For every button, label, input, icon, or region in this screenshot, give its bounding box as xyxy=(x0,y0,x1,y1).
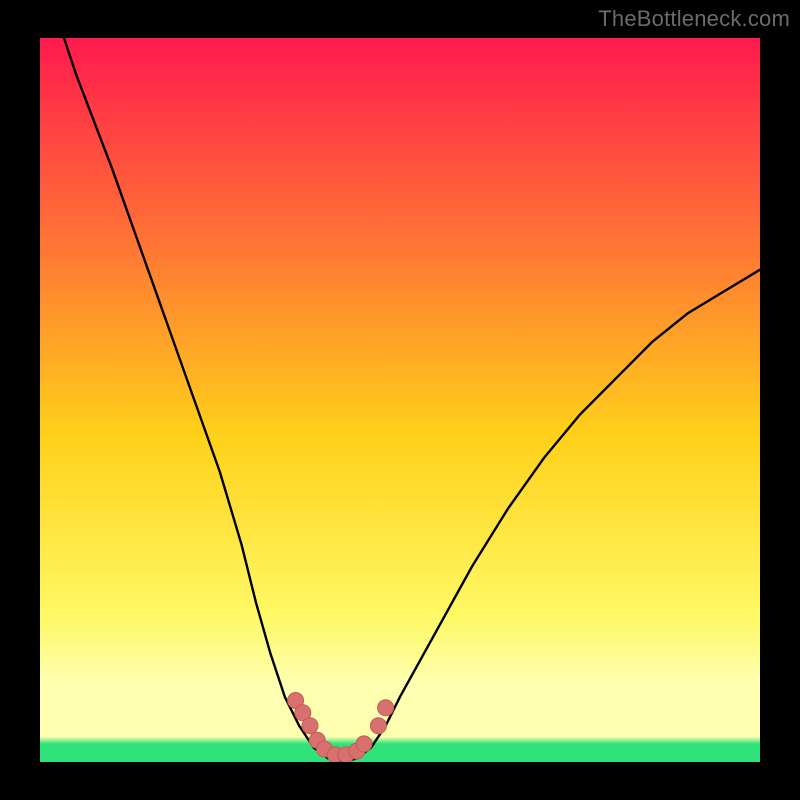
plot-area xyxy=(40,38,760,762)
chart-svg xyxy=(40,38,760,762)
curve-marker xyxy=(378,700,394,716)
curve-marker xyxy=(370,718,386,734)
plot-background xyxy=(40,38,760,762)
chart-frame: TheBottleneck.com xyxy=(0,0,800,800)
curve-marker xyxy=(356,736,372,752)
curve-marker xyxy=(302,718,318,734)
watermark-text: TheBottleneck.com xyxy=(598,6,790,32)
